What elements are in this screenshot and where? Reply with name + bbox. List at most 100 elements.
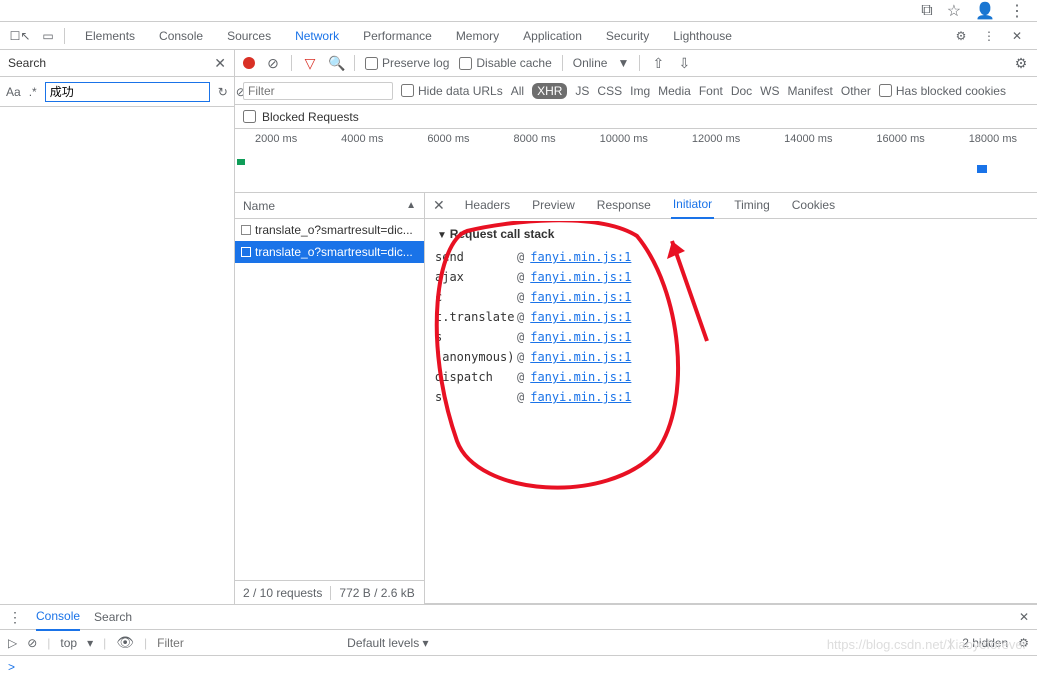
bookmark-star-icon[interactable]: ☆ bbox=[947, 1, 961, 21]
timeline-tick: 14000 ms bbox=[784, 133, 832, 145]
tab-console[interactable]: Console bbox=[147, 22, 215, 50]
call-stack-title[interactable]: Request call stack bbox=[435, 225, 1027, 247]
filter-type-ws[interactable]: WS bbox=[760, 84, 779, 98]
timeline-tick: 18000 ms bbox=[969, 133, 1017, 145]
filter-type-xhr[interactable]: XHR bbox=[532, 83, 567, 99]
toggle-device-icon[interactable]: ▭ bbox=[36, 24, 60, 48]
disable-cache-checkbox[interactable]: Disable cache bbox=[459, 56, 551, 70]
throttling-caret-icon[interactable]: ▼ bbox=[617, 56, 629, 70]
extensions-icon[interactable]: ⧉ bbox=[921, 2, 932, 20]
browser-menu-icon[interactable]: ⋮ bbox=[1009, 1, 1025, 21]
has-blocked-cookies-checkbox[interactable]: Has blocked cookies bbox=[879, 84, 1006, 98]
stack-frame: (anonymous)@fanyi.min.js:1 bbox=[435, 347, 1027, 367]
search-sidebar: Search ✕ Aa .* ↻ ⊘ bbox=[0, 50, 235, 604]
request-column-name[interactable]: Name bbox=[243, 199, 275, 213]
detail-tab-headers[interactable]: Headers bbox=[463, 193, 512, 218]
drawer-tab-search[interactable]: Search bbox=[94, 605, 132, 630]
regex-toggle[interactable]: .* bbox=[29, 85, 37, 99]
close-drawer-icon[interactable]: ✕ bbox=[1019, 610, 1029, 624]
timeline-tick: 16000 ms bbox=[876, 133, 924, 145]
timeline-overview[interactable]: 2000 ms 4000 ms 6000 ms 8000 ms 10000 ms… bbox=[235, 129, 1037, 193]
request-row[interactable]: translate_o?smartresult=dic... bbox=[235, 241, 424, 263]
record-button[interactable] bbox=[243, 57, 255, 69]
more-icon[interactable]: ⋮ bbox=[977, 24, 1001, 48]
sort-asc-icon[interactable]: ▲ bbox=[406, 200, 416, 211]
match-case-toggle[interactable]: Aa bbox=[6, 85, 21, 99]
stack-source-link[interactable]: fanyi.min.js:1 bbox=[530, 267, 631, 287]
tab-application[interactable]: Application bbox=[511, 22, 594, 50]
detail-tab-preview[interactable]: Preview bbox=[530, 193, 577, 218]
timeline-tick: 6000 ms bbox=[427, 133, 469, 145]
preserve-log-checkbox[interactable]: Preserve log bbox=[365, 56, 449, 70]
context-select[interactable]: top bbox=[60, 636, 77, 650]
blocked-requests-checkbox[interactable] bbox=[243, 110, 256, 123]
close-search-icon[interactable]: ✕ bbox=[214, 55, 226, 72]
tab-memory[interactable]: Memory bbox=[444, 22, 511, 50]
stack-source-link[interactable]: fanyi.min.js:1 bbox=[530, 287, 631, 307]
tab-performance[interactable]: Performance bbox=[351, 22, 444, 50]
drawer-tabs: ⋮ Console Search ✕ bbox=[0, 604, 1037, 630]
browser-toolbar: ⧉ ☆ 👤 ⋮ bbox=[0, 0, 1037, 22]
export-har-icon[interactable]: ⇩ bbox=[676, 55, 692, 72]
filter-type-other[interactable]: Other bbox=[841, 84, 871, 98]
stack-source-link[interactable]: fanyi.min.js:1 bbox=[530, 247, 631, 267]
filter-type-js[interactable]: JS bbox=[575, 84, 589, 98]
console-filter-input[interactable] bbox=[157, 636, 337, 650]
detail-tab-cookies[interactable]: Cookies bbox=[790, 193, 837, 218]
blocked-requests-label: Blocked Requests bbox=[262, 110, 359, 124]
stack-frame: dispatch@fanyi.min.js:1 bbox=[435, 367, 1027, 387]
request-filter-input[interactable] bbox=[243, 82, 393, 100]
timeline-tick: 8000 ms bbox=[513, 133, 555, 145]
search-input[interactable] bbox=[45, 82, 210, 102]
filter-toggle-icon[interactable]: ▽ bbox=[302, 55, 318, 72]
call-stack-table: send@fanyi.min.js:1 ajax@fanyi.min.js:1 … bbox=[435, 247, 1027, 407]
hide-data-urls-checkbox[interactable]: Hide data URLs bbox=[401, 84, 503, 98]
clear-log-icon[interactable]: ⊘ bbox=[265, 55, 281, 72]
inspect-element-icon[interactable]: ☐↖ bbox=[8, 24, 32, 48]
drawer-menu-icon[interactable]: ⋮ bbox=[8, 609, 22, 626]
import-har-icon[interactable]: ⇧ bbox=[650, 55, 666, 72]
hidden-messages-label[interactable]: 2 hidden bbox=[962, 636, 1008, 650]
live-expression-icon[interactable]: 👁 bbox=[116, 634, 134, 651]
log-levels-select[interactable]: Default levels ▾ bbox=[347, 636, 428, 650]
drawer-tab-console[interactable]: Console bbox=[36, 604, 80, 631]
close-detail-icon[interactable]: ✕ bbox=[433, 197, 445, 214]
detail-tab-response[interactable]: Response bbox=[595, 193, 653, 218]
request-list: Name ▲ translate_o?smartresult=dic... tr… bbox=[235, 193, 425, 604]
stack-source-link[interactable]: fanyi.min.js:1 bbox=[530, 347, 631, 367]
devtools-tabs: Elements Console Sources Network Perform… bbox=[73, 22, 744, 50]
stack-source-link[interactable]: fanyi.min.js:1 bbox=[530, 367, 631, 387]
request-row[interactable]: translate_o?smartresult=dic... bbox=[235, 219, 424, 241]
stack-source-link[interactable]: fanyi.min.js:1 bbox=[530, 307, 631, 327]
run-icon[interactable]: ▷ bbox=[8, 636, 17, 650]
close-devtools-icon[interactable]: ✕ bbox=[1005, 24, 1029, 48]
filter-type-img[interactable]: Img bbox=[630, 84, 650, 98]
tab-lighthouse[interactable]: Lighthouse bbox=[661, 22, 744, 50]
settings-gear-icon[interactable]: ⚙ bbox=[949, 24, 973, 48]
tab-network[interactable]: Network bbox=[283, 22, 351, 50]
detail-tab-initiator[interactable]: Initiator bbox=[671, 192, 714, 219]
filter-type-all[interactable]: All bbox=[511, 84, 524, 98]
filter-type-css[interactable]: CSS bbox=[597, 84, 622, 98]
timeline-tick: 10000 ms bbox=[600, 133, 648, 145]
refresh-search-icon[interactable]: ↻ bbox=[218, 85, 228, 99]
tab-elements[interactable]: Elements bbox=[73, 22, 147, 50]
search-title: Search bbox=[8, 56, 214, 70]
filter-type-font[interactable]: Font bbox=[699, 84, 723, 98]
user-avatar-icon[interactable]: 👤 bbox=[975, 1, 995, 21]
clear-console-icon[interactable]: ⊘ bbox=[27, 636, 37, 650]
stack-source-link[interactable]: fanyi.min.js:1 bbox=[530, 327, 631, 347]
stack-frame: ajax@fanyi.min.js:1 bbox=[435, 267, 1027, 287]
throttling-select[interactable]: Online bbox=[573, 56, 608, 70]
console-prompt[interactable]: > bbox=[0, 656, 1037, 678]
network-settings-icon[interactable]: ⚙ bbox=[1013, 55, 1029, 72]
filter-type-doc[interactable]: Doc bbox=[731, 84, 752, 98]
detail-tab-timing[interactable]: Timing bbox=[732, 193, 772, 218]
tab-sources[interactable]: Sources bbox=[215, 22, 283, 50]
stack-source-link[interactable]: fanyi.min.js:1 bbox=[530, 387, 631, 407]
filter-type-manifest[interactable]: Manifest bbox=[788, 84, 833, 98]
console-settings-icon[interactable]: ⚙ bbox=[1018, 636, 1029, 650]
search-network-icon[interactable]: 🔍 bbox=[328, 55, 344, 72]
tab-security[interactable]: Security bbox=[594, 22, 661, 50]
filter-type-media[interactable]: Media bbox=[658, 84, 691, 98]
